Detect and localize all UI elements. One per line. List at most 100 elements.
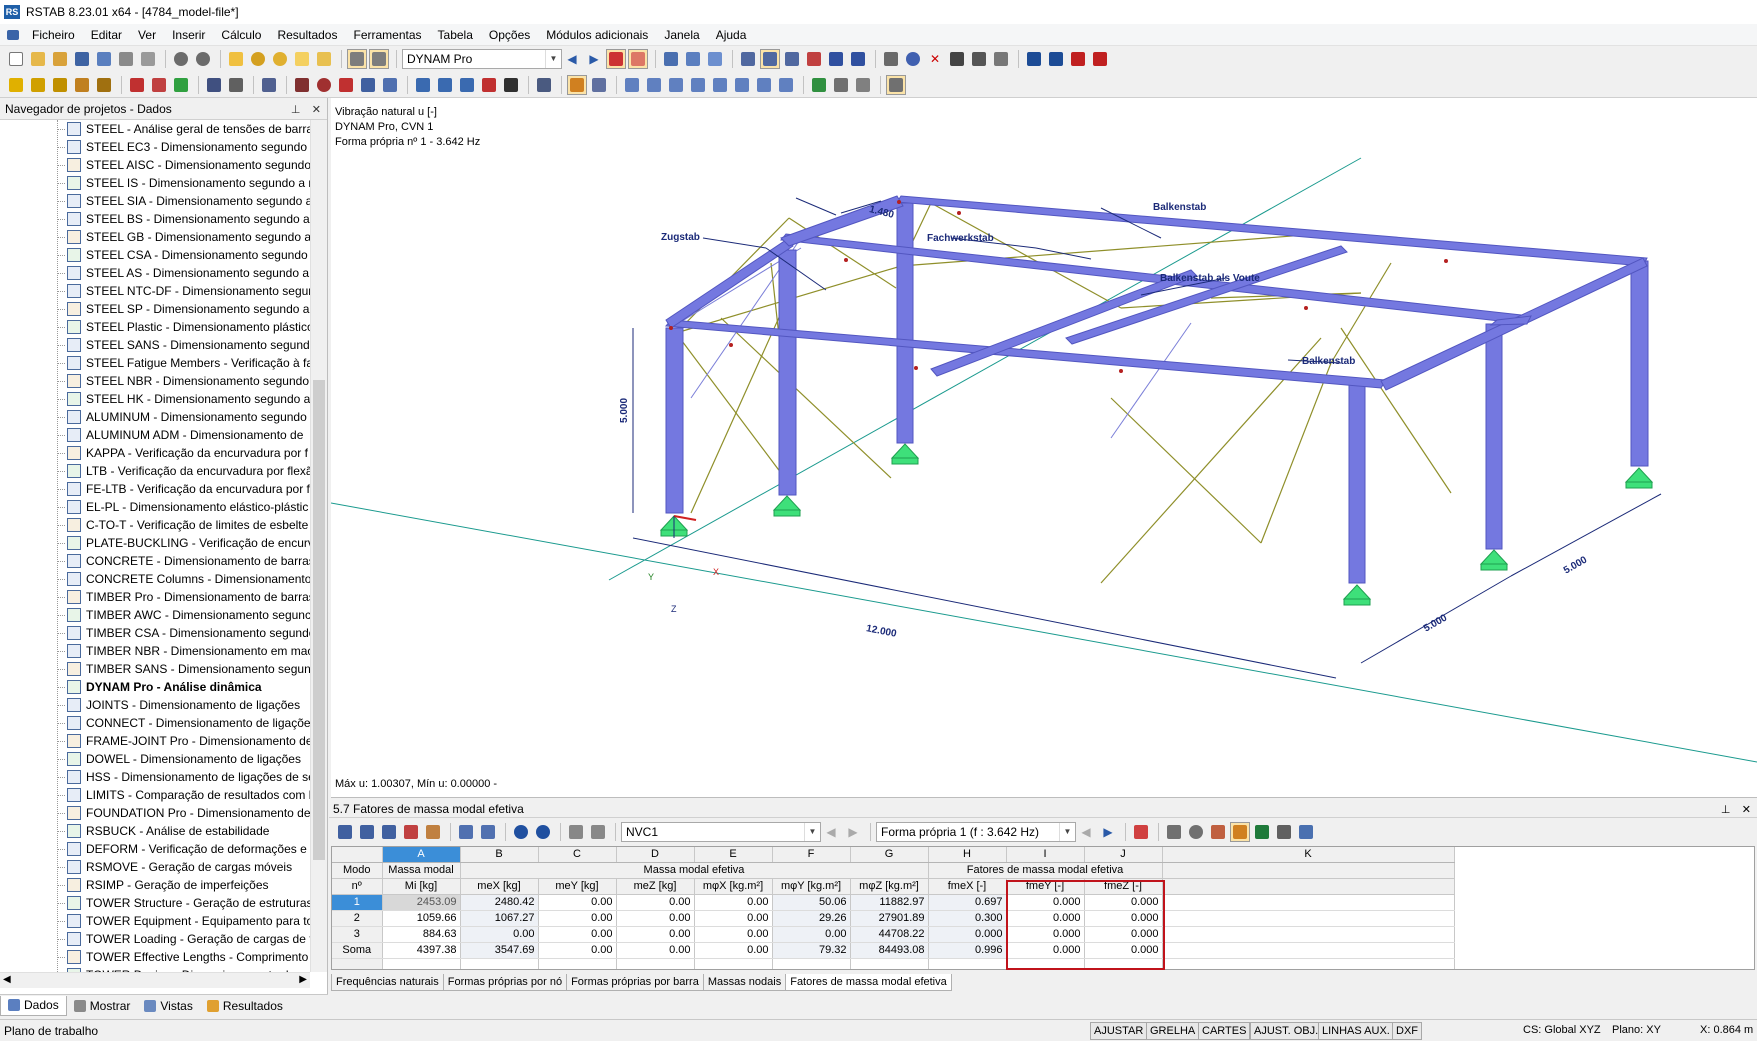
decimal-icon[interactable] <box>1296 822 1316 842</box>
cell-mi[interactable]: 884.63 <box>382 926 461 943</box>
menu-janela[interactable]: Janela <box>656 24 707 46</box>
table-settings-icon[interactable] <box>1274 822 1294 842</box>
tab-vistas[interactable]: Vistas <box>137 996 199 1016</box>
navigator-item[interactable]: HSS - Dimensionamento de ligações de se <box>0 768 310 786</box>
import-icon[interactable] <box>456 822 476 842</box>
cell-mphix[interactable]: 0.00 <box>694 894 773 911</box>
force-pz-icon[interactable] <box>776 75 796 95</box>
isometric-icon[interactable] <box>804 49 824 69</box>
cell-fmez[interactable]: 0.000 <box>1084 894 1163 911</box>
table-view-icon[interactable] <box>347 49 367 69</box>
menu-resultados[interactable]: Resultados <box>269 24 345 46</box>
column-header-h[interactable]: H <box>928 847 1007 863</box>
table-row[interactable]: 1 2453.09 2480.42 0.00 0.00 0.00 50.06 11882.97… <box>332 894 1455 911</box>
navigator-item[interactable]: CONNECT - Dimensionamento de ligaçõe <box>0 714 310 732</box>
navigator-item[interactable]: ALUMINUM ADM - Dimensionamento de <box>0 426 310 444</box>
zoom-all-icon[interactable] <box>782 49 802 69</box>
undo-icon[interactable] <box>171 49 191 69</box>
color-scheme-icon[interactable] <box>534 75 554 95</box>
cell-fmex[interactable]: 0.300 <box>928 910 1007 927</box>
results-tab[interactable]: Massas nodais <box>702 974 787 991</box>
view-x-icon[interactable] <box>826 49 846 69</box>
view-frame-icon[interactable] <box>705 49 725 69</box>
navigator-item[interactable]: RSMOVE - Geração de cargas móveis <box>0 858 310 876</box>
column-header-e[interactable]: E <box>694 847 773 863</box>
numbering-icon[interactable] <box>292 75 312 95</box>
cell-mphix[interactable]: 0.00 <box>694 942 773 959</box>
navigator-item[interactable]: STEEL SANS - Dimensionamento segundo <box>0 336 310 354</box>
cell-mphix[interactable]: 0.00 <box>694 926 773 943</box>
export-icon[interactable] <box>1024 49 1044 69</box>
load-node-icon[interactable] <box>127 75 147 95</box>
view-3d-icon[interactable] <box>661 49 681 69</box>
navigator-item[interactable]: RSBUCK - Análise de estabilidade <box>0 822 310 840</box>
cell-fmey[interactable]: 0.000 <box>1006 926 1085 943</box>
pin-icon[interactable]: ⊥ <box>291 104 301 116</box>
cell-mphiz[interactable]: 27901.89 <box>850 910 929 927</box>
navigator-item[interactable]: STEEL Fatigue Members - Verificação à fa… <box>0 354 310 372</box>
filter-icon[interactable] <box>1164 822 1184 842</box>
member-set-icon[interactable] <box>72 75 92 95</box>
navigator-item[interactable]: RSIMP - Geração de imperfeições <box>0 876 310 894</box>
cell-mex[interactable]: 1067.27 <box>460 910 539 927</box>
cell-mphiz[interactable]: 44708.22 <box>850 926 929 943</box>
support-reaction-icon[interactable] <box>809 75 829 95</box>
load-case-select[interactable]: NVC1 ▼ <box>621 822 821 842</box>
navigator-item[interactable]: FE-LTB - Verificação da encurvadura por … <box>0 480 310 498</box>
snap-button[interactable]: AJUSTAR <box>1090 1022 1148 1040</box>
menu-ficheiro[interactable]: Ficheiro <box>24 24 83 46</box>
navigator-item[interactable]: STEEL NBR - Dimensionamento segundo a <box>0 372 310 390</box>
highlight-icon[interactable] <box>1230 822 1250 842</box>
navigator-item[interactable]: TOWER Effective Lengths - Comprimento <box>0 948 310 966</box>
column-header-j[interactable]: J <box>1084 847 1163 863</box>
table-row[interactable]: Soma 4397.38 3547.69 0.00 0.00 0.00 79.32 84493… <box>332 942 1455 959</box>
close-icon[interactable]: ✕ <box>1742 804 1751 816</box>
values-icon[interactable] <box>628 49 648 69</box>
edit-icon[interactable] <box>226 49 246 69</box>
navigator-item[interactable]: TOWER Loading - Geração de cargas de to <box>0 930 310 948</box>
cell-fmey[interactable]: 0.000 <box>1006 910 1085 927</box>
cell-mez[interactable]: 0.00 <box>616 910 695 927</box>
cell-mez[interactable]: 0.00 <box>616 926 695 943</box>
navigator-item[interactable]: EL-PL - Dimensionamento elástico-plástic <box>0 498 310 516</box>
result-grid-icon[interactable] <box>831 75 851 95</box>
navigator-item[interactable]: STEEL EC3 - Dimensionamento segundo c <box>0 138 310 156</box>
grid-button[interactable]: GRELHA <box>1146 1022 1200 1040</box>
previous-icon[interactable]: ◀ <box>1076 822 1096 842</box>
navigator-item[interactable]: STEEL CSA - Dimensionamento segundo a <box>0 246 310 264</box>
cell-empty[interactable] <box>1162 894 1455 911</box>
table-sort-icon[interactable] <box>357 822 377 842</box>
menu-ferramentas[interactable]: Ferramentas <box>345 24 429 46</box>
tab-mostrar[interactable]: Mostrar <box>67 996 138 1016</box>
navigator-item[interactable]: ALUMINUM - Dimensionamento segundo <box>0 408 310 426</box>
move-icon[interactable] <box>204 75 224 95</box>
dxf-button[interactable]: DXF <box>1392 1022 1422 1040</box>
moment-my-icon[interactable] <box>710 75 730 95</box>
animation-icon[interactable] <box>589 75 609 95</box>
column-header-c[interactable]: C <box>538 847 617 863</box>
member-icon[interactable] <box>50 75 70 95</box>
open-recent-icon[interactable] <box>50 49 70 69</box>
navigator-item[interactable]: STEEL HK - Dimensionamento segundo a <box>0 390 310 408</box>
moment-mt-icon[interactable] <box>688 75 708 95</box>
menu-editar[interactable]: Editar <box>83 24 130 46</box>
object-snap-button[interactable]: AJUST. OBJ. <box>1250 1022 1323 1040</box>
load-member-icon[interactable] <box>149 75 169 95</box>
navigator-item[interactable]: C-TO-T - Verificação de limites de esbel… <box>0 516 310 534</box>
corner-cell[interactable] <box>332 847 383 863</box>
next-icon[interactable]: ▶ <box>1098 822 1118 842</box>
view-y-icon[interactable] <box>848 49 868 69</box>
next-icon[interactable]: ▶ <box>584 49 604 69</box>
navigator-item[interactable]: CONCRETE - Dimensionamento de barras <box>0 552 310 570</box>
navigator-vertical-scrollbar[interactable] <box>310 120 327 972</box>
column-header-k[interactable]: K <box>1162 847 1455 863</box>
columns-icon[interactable] <box>566 822 586 842</box>
pdf-icon[interactable] <box>1068 49 1088 69</box>
results-table[interactable]: A B C D E F G H I J K Modo Massa modal M… <box>331 846 1755 970</box>
table-filter-icon[interactable] <box>379 822 399 842</box>
cell-mex[interactable]: 0.00 <box>460 926 539 943</box>
navigator-item[interactable]: KAPPA - Verificação da encurvadura por f <box>0 444 310 462</box>
row-mode-cell[interactable]: 1 <box>332 894 383 911</box>
print-icon[interactable] <box>116 49 136 69</box>
selection-icon[interactable] <box>501 75 521 95</box>
